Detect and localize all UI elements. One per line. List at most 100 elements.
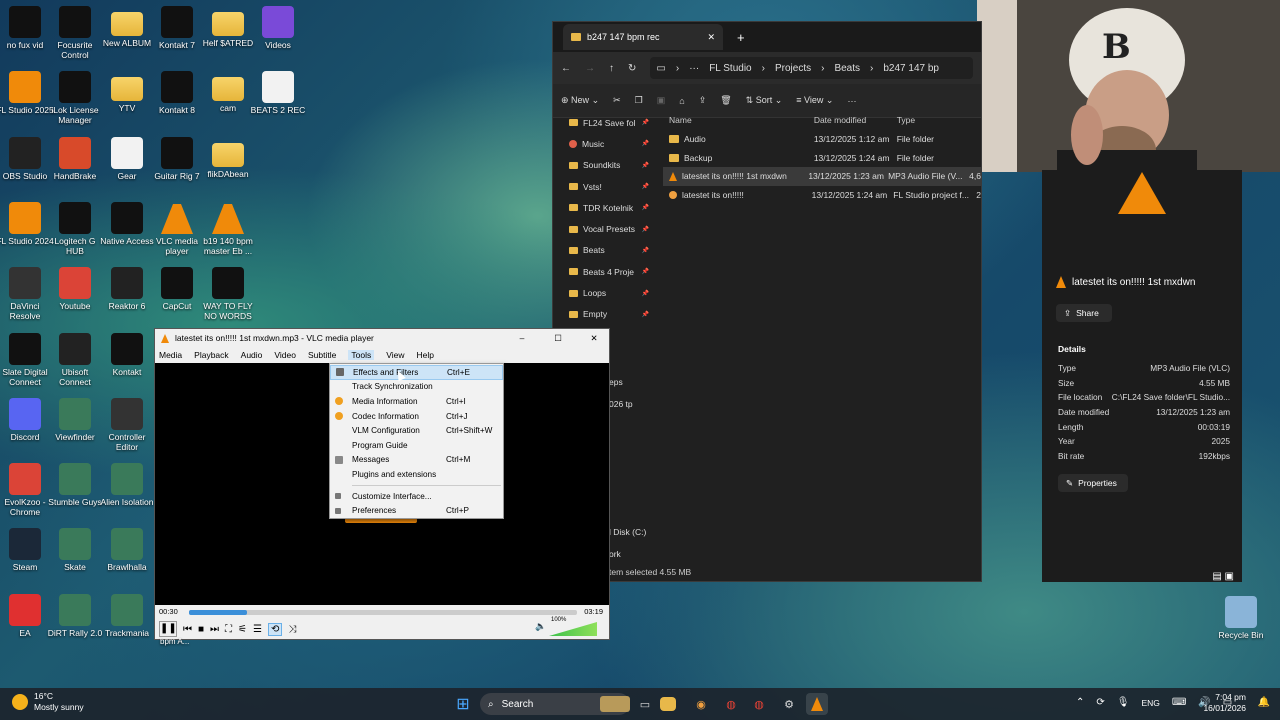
breadcrumb-item[interactable]: FL Studio — [709, 63, 751, 74]
desktop-icon[interactable]: VLC media player — [148, 202, 206, 256]
desktop-icon[interactable]: DiRT Rally 2.0 — [46, 593, 104, 638]
file-row[interactable]: Backup 13/12/2025 1:24 am File folder — [663, 149, 981, 168]
vlc-menu-help[interactable]: Help — [416, 350, 433, 360]
desktop-icon[interactable]: Youtube — [46, 267, 104, 311]
close-button[interactable]: ✕ — [579, 333, 609, 344]
menu-item[interactable]: Media Information Ctrl+I — [330, 394, 503, 409]
up-icon[interactable]: ↑ — [609, 63, 614, 74]
desktop-icon[interactable]: Trackmania — [98, 593, 156, 638]
desktop-icon[interactable]: Stumble Guys — [46, 463, 104, 507]
desktop-icon[interactable]: b19 140 bpm master Eb ... — [199, 202, 257, 256]
minimize-button[interactable]: – — [507, 333, 537, 343]
language-indicator[interactable]: ENG — [1141, 698, 1159, 708]
back-icon[interactable]: ← — [561, 63, 571, 74]
notification-bell-icon[interactable]: 🔔 — [1258, 697, 1270, 708]
column-name[interactable]: Name — [663, 115, 812, 125]
vlc-menu-playback[interactable]: Playback — [194, 350, 229, 360]
next-button[interactable]: ⏭ — [210, 624, 219, 635]
desktop-icon[interactable]: Recycle Bin — [1212, 596, 1270, 640]
shuffle-button[interactable]: ⤨ — [288, 624, 296, 635]
weather-widget[interactable]: 16°C Mostly sunny — [12, 691, 84, 713]
more-icon[interactable]: ··· — [847, 96, 856, 106]
chrome-taskbar-icon-2[interactable]: ◍ — [748, 693, 770, 715]
desktop-icon[interactable]: Skate — [46, 528, 104, 572]
desktop-icon[interactable]: Kontakt 8 — [148, 71, 206, 115]
sidebar-item[interactable]: Empty 📌 — [569, 304, 649, 325]
vlc-menu-media[interactable]: Media — [159, 350, 182, 360]
desktop-icon[interactable]: Brawlhalla — [98, 528, 156, 572]
sidebar-item[interactable]: TDR Kotelnik 📌 — [569, 197, 649, 218]
breadcrumb-item[interactable]: b247 147 bp — [883, 63, 939, 74]
sidebar-item-partial[interactable]: ork — [609, 549, 621, 559]
sidebar-item[interactable]: Loops 📌 — [569, 282, 649, 303]
menu-item[interactable]: Track Synchronization — [330, 380, 503, 395]
task-view-icon[interactable]: ▭ — [634, 693, 656, 715]
breadcrumb-item[interactable]: Beats — [834, 63, 860, 74]
fl-studio-taskbar-icon[interactable]: ◉ — [690, 693, 712, 715]
sidebar-item[interactable]: Beats 4 Proje 📌 — [569, 261, 649, 282]
vlc-menu-view[interactable]: View — [386, 350, 404, 360]
paste-icon[interactable]: ▣ — [657, 95, 666, 106]
desktop-icon[interactable]: iLok License Manager — [46, 71, 104, 125]
network-icon[interactable]: ⌨ — [1172, 697, 1186, 708]
chrome-taskbar-icon[interactable]: ◍ — [720, 693, 742, 715]
extended-settings-button[interactable]: ⚟ — [238, 624, 247, 635]
sidebar-item[interactable]: Vocal Presets 📌 — [569, 218, 649, 239]
new-button[interactable]: ⊕ New ⌄ — [561, 95, 599, 106]
sidebar-item[interactable]: Beats 📌 — [569, 240, 649, 261]
vlc-menu-tools[interactable]: Tools — [348, 350, 375, 360]
details-view-toggle[interactable]: ▤ ▣ — [1212, 571, 1234, 582]
properties-button[interactable]: ✎ Properties — [1058, 474, 1128, 492]
file-explorer-taskbar-icon[interactable] — [660, 697, 676, 711]
menu-item[interactable]: Codec Information Ctrl+J — [330, 409, 503, 424]
new-tab-button[interactable]: + — [737, 30, 745, 45]
loop-button[interactable]: ⟲ — [267, 622, 283, 636]
breadcrumb-item[interactable]: Projects — [775, 63, 811, 74]
menu-item[interactable]: Program Guide — [330, 438, 503, 453]
microphone-icon[interactable]: 🎙 — [1117, 697, 1130, 708]
desktop-icon[interactable]: Logitech G HUB — [46, 201, 104, 256]
refresh-icon[interactable]: ↻ — [628, 63, 636, 74]
sidebar-item[interactable]: Vsts! 📌 — [569, 176, 649, 197]
desktop-icon[interactable]: Guitar Rig 7 — [148, 136, 206, 181]
sort-button[interactable]: ⇅ Sort ⌄ — [746, 95, 783, 106]
column-date[interactable]: Date modified — [812, 115, 895, 125]
explorer-tab[interactable]: b247 147 bpm rec ✕ — [563, 24, 723, 50]
view-button[interactable]: ≡ View ⌄ — [796, 95, 833, 106]
copy-icon[interactable]: ❐ — [635, 95, 643, 106]
desktop-icon[interactable]: BEATS 2 REC — [249, 71, 307, 115]
sidebar-item[interactable]: Soundkits 📌 — [569, 155, 649, 176]
breadcrumb[interactable]: ▭ › ··· FL Studio › Projects › Beats › b247 … — [650, 57, 973, 79]
playlist-button[interactable]: ☰ — [253, 624, 262, 635]
menu-item[interactable]: Effects and Filters Ctrl+E — [330, 365, 503, 380]
menu-item[interactable]: Plugins and extensions — [330, 467, 503, 482]
close-icon[interactable]: ✕ — [707, 32, 715, 43]
column-type[interactable]: Type — [895, 115, 981, 125]
sidebar-item-partial[interactable]: 026 tp — [609, 399, 633, 409]
cut-icon[interactable]: ✂ — [613, 95, 621, 106]
desktop-icon[interactable]: Focusrite Control — [46, 6, 104, 60]
desktop-icon[interactable]: HandBrake — [46, 136, 104, 181]
tray-overflow-icon[interactable]: ⌃ — [1076, 697, 1084, 708]
maximize-button[interactable]: ☐ — [543, 333, 573, 344]
vlc-menu-subtitle[interactable]: Subtitle — [308, 350, 336, 360]
search-box[interactable]: ⌕ Search — [480, 693, 630, 715]
seek-bar[interactable] — [189, 610, 577, 615]
rename-icon[interactable]: ⌂ — [679, 96, 684, 106]
desktop-icon[interactable]: Controller Editor — [98, 397, 156, 452]
menu-item[interactable]: Preferences Ctrl+P — [330, 503, 503, 518]
desktop-icon[interactable]: Alien Isolation — [98, 463, 156, 507]
desktop-icon[interactable]: Ubisoft Connect — [46, 332, 104, 387]
menu-item[interactable]: VLM Configuration Ctrl+Shift+W — [330, 423, 503, 438]
sidebar-item[interactable]: FL24 Save fol 📌 — [569, 112, 649, 133]
vlc-taskbar-icon[interactable] — [806, 693, 828, 715]
vlc-menu-video[interactable]: Video — [274, 350, 296, 360]
forward-icon[interactable]: → — [585, 63, 595, 74]
sidebar-item[interactable]: Music 📌 — [569, 133, 649, 154]
desktop-icon[interactable]: Kontakt 7 — [148, 6, 206, 50]
start-button[interactable]: ⊞ — [452, 693, 474, 715]
desktop-icon[interactable]: Videos — [249, 6, 307, 50]
clock[interactable]: 7:04 pm 16/01/2026 — [1203, 692, 1246, 714]
desktop-icon[interactable]: Viewfinder — [46, 397, 104, 442]
sync-icon[interactable]: ⟳ — [1096, 697, 1104, 708]
